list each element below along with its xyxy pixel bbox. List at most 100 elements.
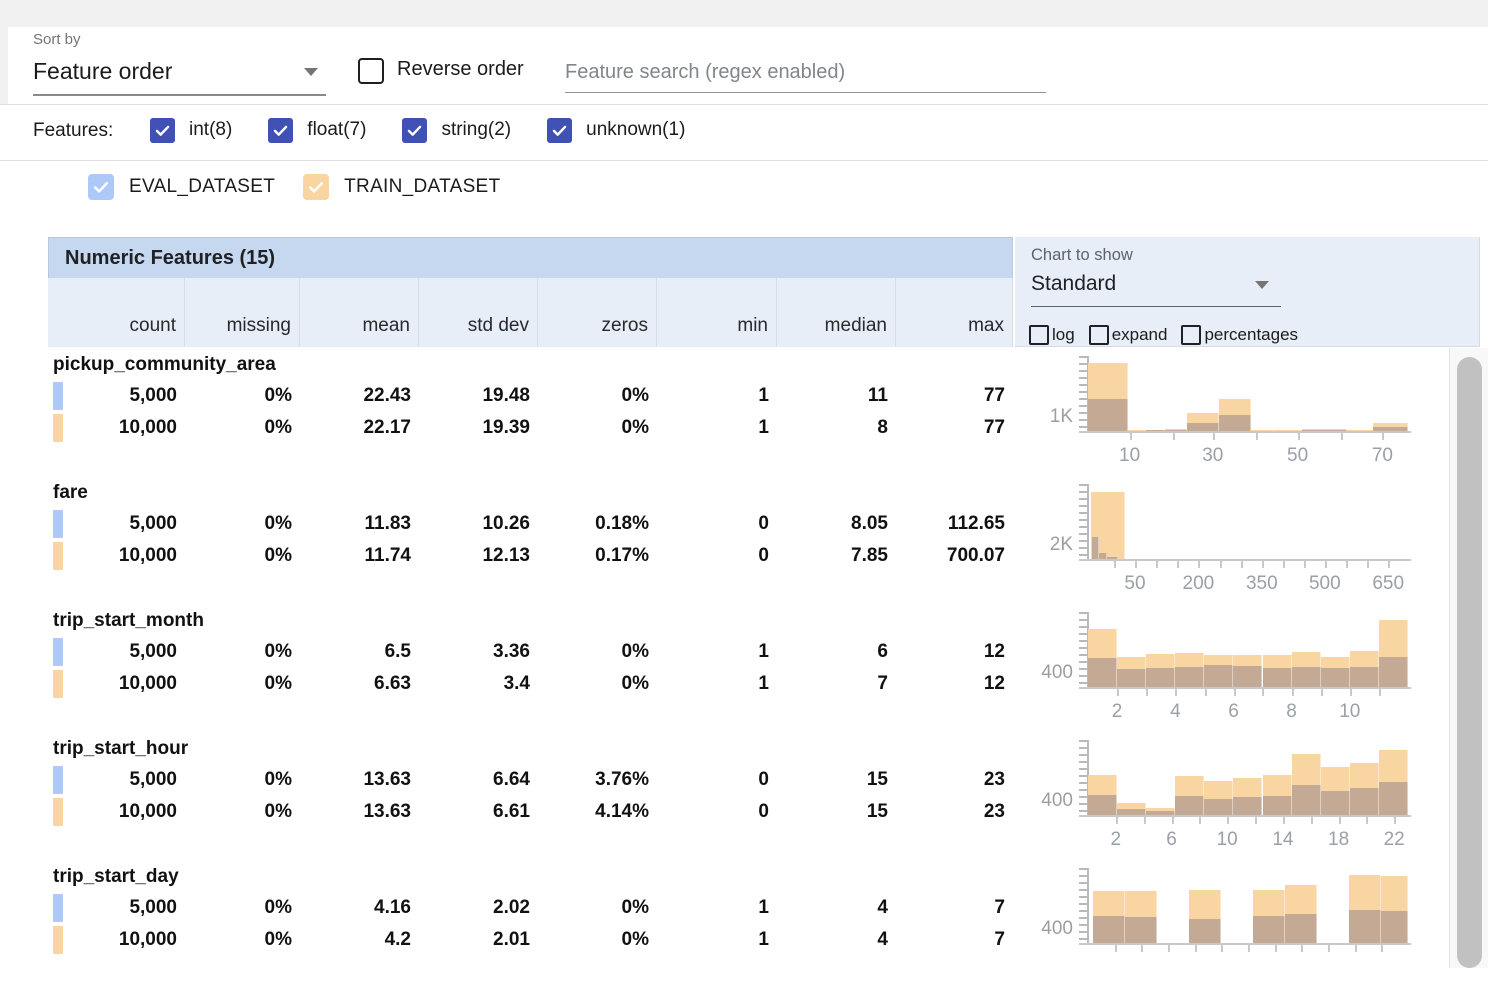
eval-overlap-bar xyxy=(1189,919,1221,943)
stat-cell: 112.65 xyxy=(896,508,1013,540)
column-header-count: count xyxy=(48,278,185,347)
checkbox-icon xyxy=(150,118,175,143)
x-axis-tick xyxy=(1275,945,1277,952)
stat-cell: 1 xyxy=(657,668,777,700)
eval-overlap-bar xyxy=(1175,667,1204,687)
scrollbar-thumb[interactable] xyxy=(1457,357,1482,968)
histogram-trip_start_month: 400246810 xyxy=(1013,604,1483,732)
column-header-median: median xyxy=(777,278,896,347)
eval-overlap-bar xyxy=(1187,423,1219,431)
x-axis-tick xyxy=(1172,817,1174,824)
stat-cell: 0% xyxy=(538,668,657,700)
x-axis-tick-label: 350 xyxy=(1234,573,1290,595)
stat-cell: 0% xyxy=(185,924,300,956)
stat-cell: 15 xyxy=(777,764,896,796)
stat-cell: 0% xyxy=(538,412,657,444)
check-icon xyxy=(91,177,111,197)
x-axis-tick xyxy=(1156,561,1158,568)
stat-cell: 1 xyxy=(657,412,777,444)
x-axis-tick xyxy=(1366,817,1368,824)
dataset-toggle-eval_dataset[interactable]: EVAL_DATASET xyxy=(88,174,275,200)
stat-cell: 3.76% xyxy=(538,764,657,796)
stat-cell: 4 xyxy=(777,892,896,924)
stats-row-eval: 5,0000%4.162.020%147 xyxy=(48,892,1013,924)
features-filter-label: Features: xyxy=(33,120,113,142)
chart-option-expand[interactable]: expand xyxy=(1089,325,1168,345)
stats-row-train: 10,0000%11.7412.130.17%07.85700.07 xyxy=(48,540,1013,572)
eval-dataset-chip xyxy=(53,894,63,922)
stat-cell: 4.2 xyxy=(300,924,419,956)
x-axis-tick xyxy=(1248,945,1250,952)
filter-checkbox-string[interactable]: string(2) xyxy=(402,118,511,143)
eval-overlap-bar xyxy=(1350,667,1379,687)
checkbox-icon xyxy=(268,118,293,143)
chart-type-value: Standard xyxy=(1031,268,1281,300)
x-axis-tick-label: 200 xyxy=(1170,573,1226,595)
eval-overlap-bar xyxy=(1204,665,1233,687)
column-header-max: max xyxy=(896,278,1013,347)
reverse-order-checkbox[interactable] xyxy=(358,58,384,84)
stat-cell: 22.43 xyxy=(300,380,419,412)
x-axis-tick xyxy=(1117,689,1119,696)
feature-block-fare: fare5,0000%11.8310.260.18%08.05112.6510,… xyxy=(48,476,1448,604)
x-axis-tick xyxy=(1114,561,1116,568)
stat-cell: 2.01 xyxy=(419,924,538,956)
x-axis-line xyxy=(1079,943,1411,945)
feature-block-trip_start_hour: trip_start_hour5,0000%13.636.643.76%0152… xyxy=(48,732,1448,860)
stat-cell: 12 xyxy=(896,636,1013,668)
dataset-label: EVAL_DATASET xyxy=(129,176,275,198)
train-dataset-chip xyxy=(53,542,63,570)
feature-search-input[interactable] xyxy=(565,52,1046,93)
stat-cell: 0% xyxy=(185,764,300,796)
table-title: Numeric Features (15) xyxy=(48,237,1013,278)
sort-order-select[interactable]: Feature order xyxy=(33,54,326,96)
filter-checkbox-int[interactable]: int(8) xyxy=(150,118,232,143)
x-axis-tick xyxy=(1394,817,1396,824)
checkbox-icon xyxy=(88,174,114,200)
x-axis-tick xyxy=(1141,945,1143,952)
checkbox-icon xyxy=(1029,325,1049,345)
x-axis-tick xyxy=(1241,561,1243,568)
stat-cell: 4.16 xyxy=(300,892,419,924)
filter-checkbox-unknown[interactable]: unknown(1) xyxy=(547,118,685,143)
x-axis-tick xyxy=(1350,689,1352,696)
x-axis-tick-label: 30 xyxy=(1185,445,1241,467)
scrollbar-track[interactable] xyxy=(1449,348,1488,968)
x-axis-tick xyxy=(1175,689,1177,696)
stat-cell: 7 xyxy=(896,892,1013,924)
dataset-toggles: EVAL_DATASET TRAIN_DATASET xyxy=(88,174,528,200)
stat-cell: 0% xyxy=(185,636,300,668)
x-axis-tick xyxy=(1339,817,1341,824)
eval-overlap-bar xyxy=(1204,799,1233,815)
stat-cell: 5,000 xyxy=(48,764,185,796)
stat-cell: 11 xyxy=(777,380,896,412)
chart-option-log[interactable]: log xyxy=(1029,325,1075,345)
x-axis-tick-label: 50 xyxy=(1107,573,1163,595)
chevron-down-icon xyxy=(1255,281,1269,289)
filter-checkbox-float[interactable]: float(7) xyxy=(268,118,366,143)
x-axis-tick xyxy=(1311,817,1313,824)
dataset-toggle-train_dataset[interactable]: TRAIN_DATASET xyxy=(303,174,500,200)
x-axis-tick xyxy=(1205,689,1207,696)
x-axis-tick xyxy=(1198,561,1200,568)
chart-type-select[interactable]: Standard xyxy=(1031,268,1281,307)
eval-overlap-bar xyxy=(1088,399,1128,431)
stats-row-eval: 5,0000%13.636.643.76%01523 xyxy=(48,764,1013,796)
histogram-plot xyxy=(1088,615,1408,687)
stat-cell: 10,000 xyxy=(48,668,185,700)
y-axis-label: 2K xyxy=(1013,534,1073,556)
stat-cell: 23 xyxy=(896,764,1013,796)
stat-cell: 0% xyxy=(185,796,300,828)
sort-by-label: Sort by xyxy=(33,31,81,48)
stat-cell: 6 xyxy=(777,636,896,668)
stat-cell: 23 xyxy=(896,796,1013,828)
stat-cell: 8 xyxy=(777,412,896,444)
stat-cell: 10,000 xyxy=(48,540,185,572)
y-axis-label: 400 xyxy=(1013,662,1073,684)
divider xyxy=(0,160,1488,161)
stats-row-eval: 5,0000%11.8310.260.18%08.05112.65 xyxy=(48,508,1013,540)
sort-order-value: Feature order xyxy=(33,54,326,88)
chart-option-percentages[interactable]: percentages xyxy=(1181,325,1298,345)
x-axis-tick xyxy=(1234,689,1236,696)
eval-dataset-chip xyxy=(53,766,63,794)
